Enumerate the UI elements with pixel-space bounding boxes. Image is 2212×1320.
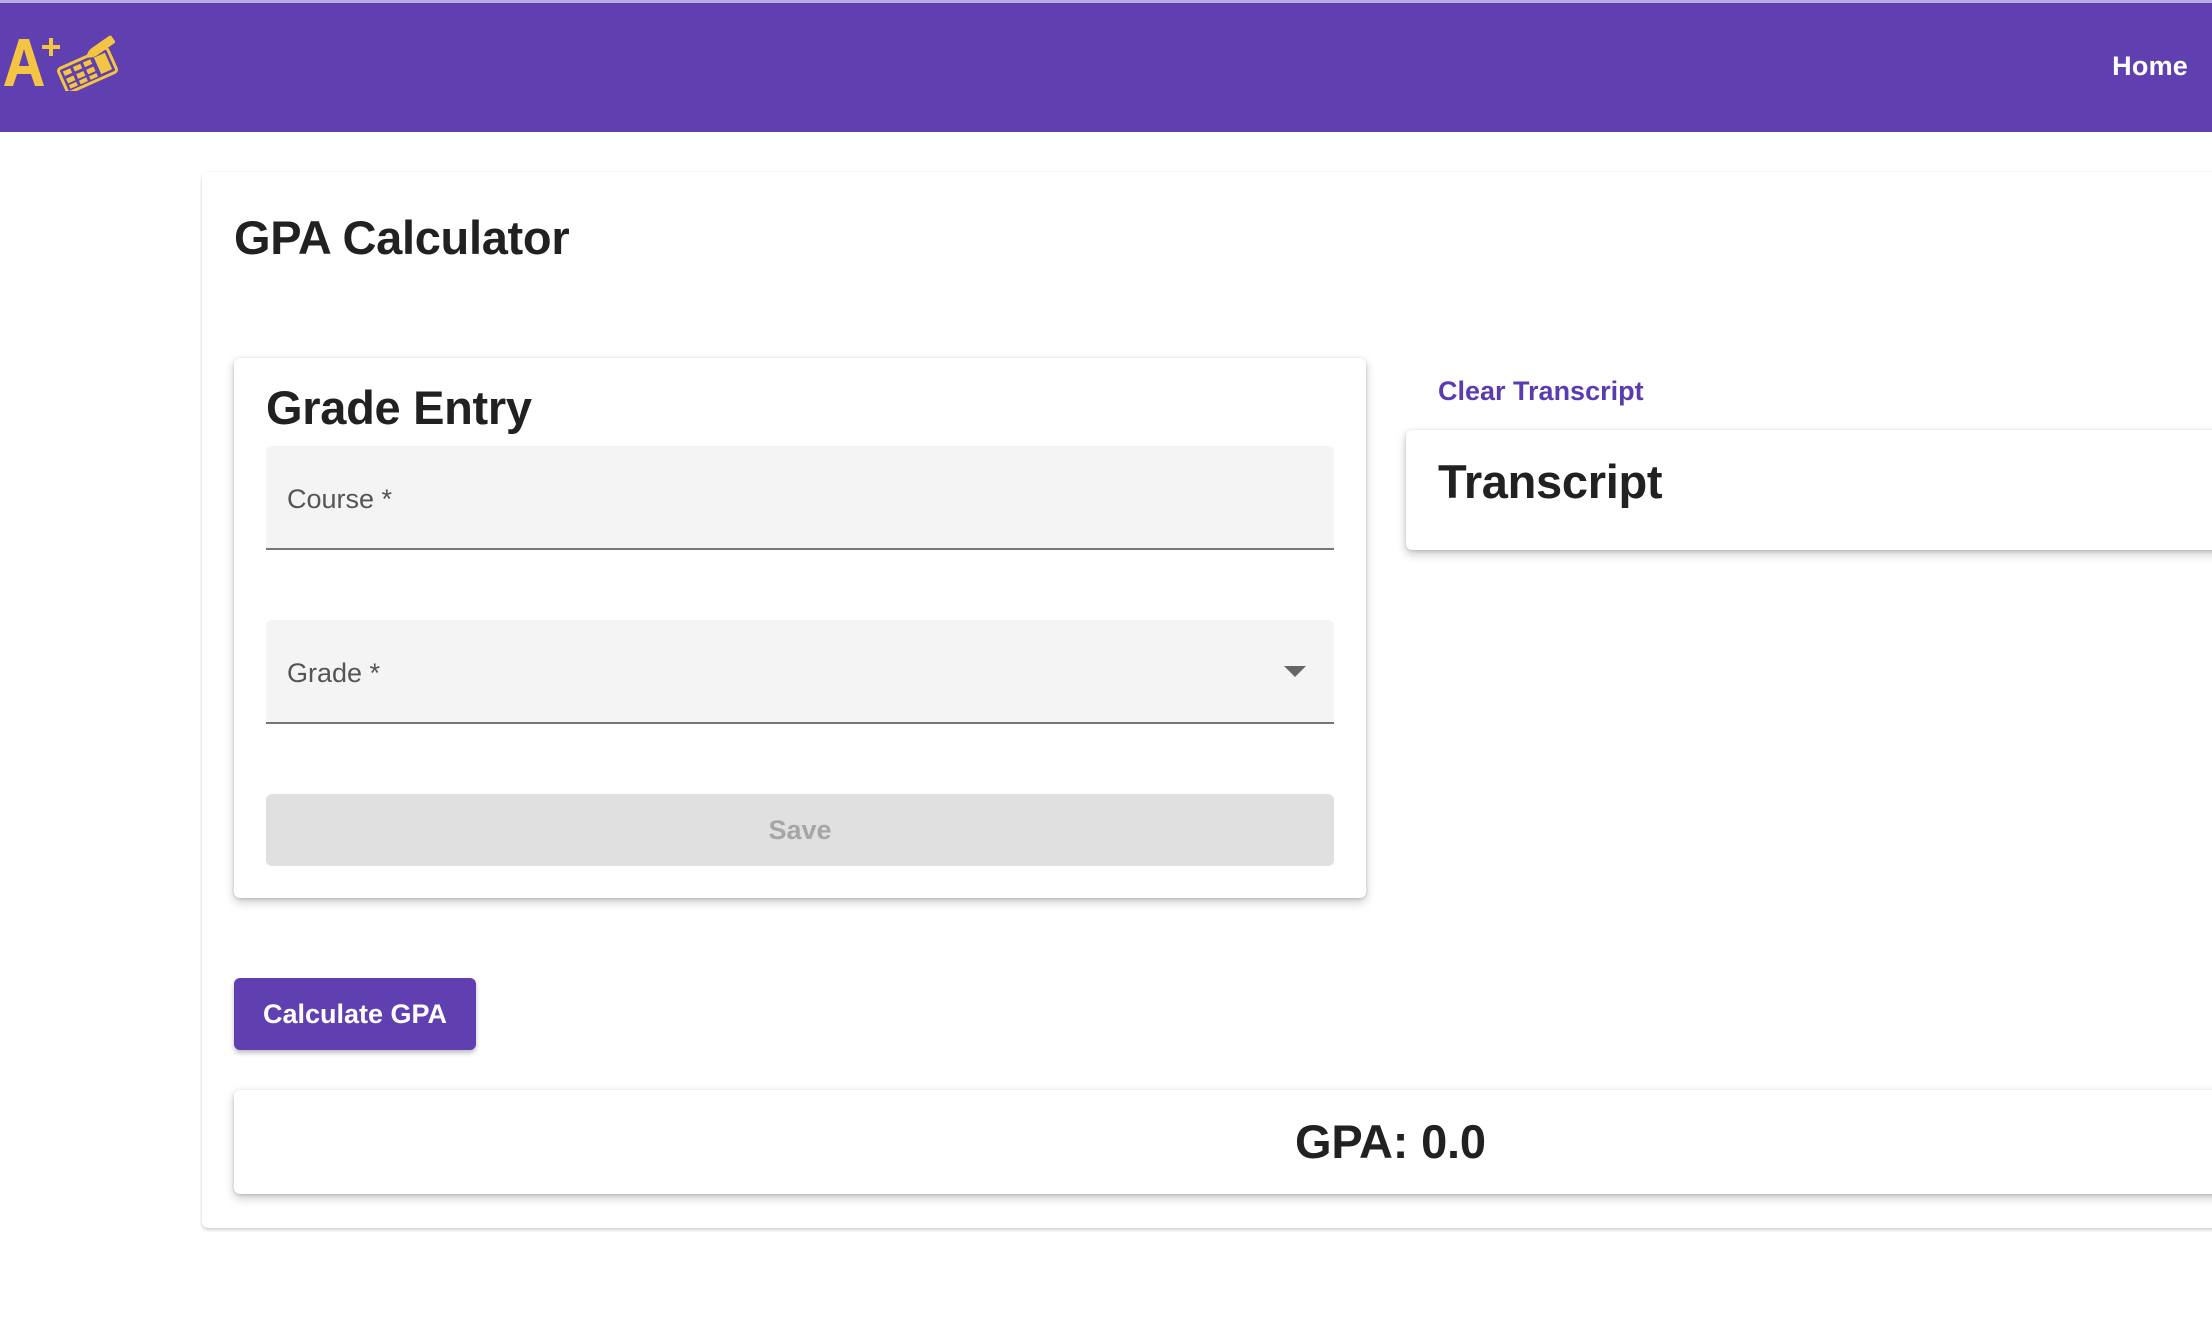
- save-button[interactable]: Save: [266, 794, 1334, 866]
- calculate-gpa-button[interactable]: Calculate GPA: [234, 978, 476, 1050]
- course-field[interactable]: Course *: [266, 446, 1334, 550]
- gpa-result-card: GPA: 0.0: [234, 1090, 2212, 1194]
- app-bar: Home: [0, 0, 2212, 132]
- clear-transcript-button[interactable]: Clear Transcript: [1438, 376, 1644, 407]
- grade-entry-title: Grade Entry: [266, 381, 532, 434]
- page-title: GPA Calculator: [234, 211, 570, 264]
- grade-select-label: Grade *: [287, 658, 381, 688]
- grade-entry-card: Grade Entry Course * Grade * Save: [234, 358, 1366, 898]
- dropdown-arrow-icon[interactable]: [1284, 666, 1306, 677]
- gpa-value: GPA: 0.0: [1295, 1115, 1486, 1168]
- transcript-card: Transcript: [1406, 430, 2212, 550]
- nav-home-link[interactable]: Home: [2112, 51, 2188, 82]
- grade-select[interactable]: Grade *: [266, 620, 1334, 724]
- course-field-label: Course *: [287, 484, 393, 514]
- a-plus-calculator-logo-icon[interactable]: [2, 31, 124, 91]
- transcript-title: Transcript: [1438, 455, 1663, 508]
